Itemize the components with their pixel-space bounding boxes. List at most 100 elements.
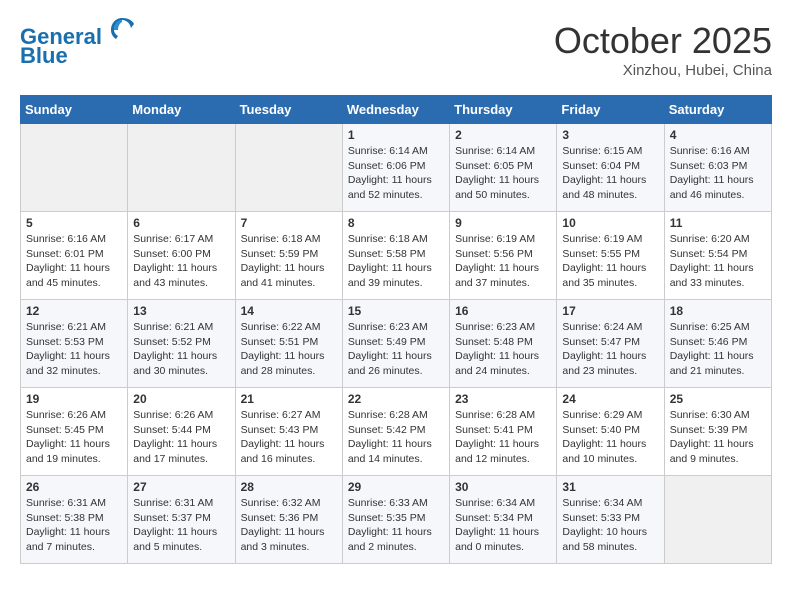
day-number: 6 xyxy=(133,216,229,230)
calendar-day-cell: 31 Sunrise: 6:34 AMSunset: 5:33 PMDayligh… xyxy=(557,476,664,564)
calendar-day-cell: 23 Sunrise: 6:28 AMSunset: 5:41 PMDayligh… xyxy=(450,388,557,476)
day-info: Sunrise: 6:30 AMSunset: 5:39 PMDaylight:… xyxy=(670,408,766,467)
weekday-header-cell: Tuesday xyxy=(235,96,342,124)
calendar-day-cell: 13 Sunrise: 6:21 AMSunset: 5:52 PMDayligh… xyxy=(128,300,235,388)
calendar-day-cell: 16Sunrise: 6:23 AMSunset: 5:48 PMDayligh… xyxy=(450,300,557,388)
day-number: 26 xyxy=(26,480,122,494)
calendar-week-row: 26Sunrise: 6:31 AMSunset: 5:38 PMDayligh… xyxy=(21,476,772,564)
day-info: Sunrise: 6:21 AMSunset: 5:52 PMDaylight:… xyxy=(133,320,229,379)
day-info: Sunrise: 6:28 AMSunset: 5:42 PMDaylight:… xyxy=(348,408,444,467)
day-number: 7 xyxy=(241,216,337,230)
day-info: Sunrise: 6:32 AMSunset: 5:36 PMDaylight:… xyxy=(241,496,337,555)
calendar-day-cell: 2 Sunrise: 6:14 AMSunset: 6:05 PMDaylight… xyxy=(450,124,557,212)
day-info: Sunrise: 6:34 AMSunset: 5:33 PMDaylight:… xyxy=(562,496,658,555)
day-number: 14 xyxy=(241,304,337,318)
weekday-header-cell: Sunday xyxy=(21,96,128,124)
day-number: 11 xyxy=(670,216,766,230)
day-info: Sunrise: 6:29 AMSunset: 5:40 PMDaylight:… xyxy=(562,408,658,467)
calendar-day-cell: 19Sunrise: 6:26 AMSunset: 5:45 PMDayligh… xyxy=(21,388,128,476)
day-number: 16 xyxy=(455,304,551,318)
calendar-day-cell xyxy=(235,124,342,212)
weekday-header-cell: Wednesday xyxy=(342,96,449,124)
weekday-header-row: SundayMondayTuesdayWednesdayThursdayFrid… xyxy=(21,96,772,124)
day-number: 5 xyxy=(26,216,122,230)
day-info: Sunrise: 6:14 AMSunset: 6:06 PMDaylight:… xyxy=(348,144,444,203)
page-header: General Blue October 2025 Xinzhou, Hubei… xyxy=(20,20,772,79)
day-number: 30 xyxy=(455,480,551,494)
calendar-day-cell: 15 Sunrise: 6:23 AMSunset: 5:49 PMDayligh… xyxy=(342,300,449,388)
day-number: 17 xyxy=(562,304,658,318)
day-number: 8 xyxy=(348,216,444,230)
day-info: Sunrise: 6:27 AMSunset: 5:43 PMDaylight:… xyxy=(241,408,337,467)
weekday-header-cell: Friday xyxy=(557,96,664,124)
calendar-day-cell xyxy=(21,124,128,212)
day-number: 29 xyxy=(348,480,444,494)
logo: General Blue xyxy=(20,20,134,69)
calendar-day-cell: 5 Sunrise: 6:16 AMSunset: 6:01 PMDaylight… xyxy=(21,212,128,300)
day-number: 20 xyxy=(133,392,229,406)
day-info: Sunrise: 6:15 AMSunset: 6:04 PMDaylight:… xyxy=(562,144,658,203)
day-info: Sunrise: 6:31 AMSunset: 5:37 PMDaylight:… xyxy=(133,496,229,555)
calendar-table: SundayMondayTuesdayWednesdayThursdayFrid… xyxy=(20,95,772,564)
calendar-day-cell: 14 Sunrise: 6:22 AMSunset: 5:51 PMDayligh… xyxy=(235,300,342,388)
calendar-day-cell xyxy=(128,124,235,212)
day-info: Sunrise: 6:18 AMSunset: 5:58 PMDaylight:… xyxy=(348,232,444,291)
calendar-day-cell: 30 Sunrise: 6:34 AMSunset: 5:34 PMDayligh… xyxy=(450,476,557,564)
location-subtitle: Xinzhou, Hubei, China xyxy=(554,62,772,79)
day-info: Sunrise: 6:18 AMSunset: 5:59 PMDaylight:… xyxy=(241,232,337,291)
calendar-week-row: 19Sunrise: 6:26 AMSunset: 5:45 PMDayligh… xyxy=(21,388,772,476)
calendar-day-cell: 28Sunrise: 6:32 AMSunset: 5:36 PMDayligh… xyxy=(235,476,342,564)
day-number: 24 xyxy=(562,392,658,406)
day-info: Sunrise: 6:26 AMSunset: 5:44 PMDaylight:… xyxy=(133,408,229,467)
calendar-day-cell: 24 Sunrise: 6:29 AMSunset: 5:40 PMDayligh… xyxy=(557,388,664,476)
calendar-day-cell: 18 Sunrise: 6:25 AMSunset: 5:46 PMDayligh… xyxy=(664,300,771,388)
weekday-header-cell: Saturday xyxy=(664,96,771,124)
calendar-day-cell: 9Sunrise: 6:19 AMSunset: 5:56 PMDaylight… xyxy=(450,212,557,300)
calendar-day-cell: 20 Sunrise: 6:26 AMSunset: 5:44 PMDayligh… xyxy=(128,388,235,476)
calendar-day-cell: 17 Sunrise: 6:24 AMSunset: 5:47 PMDayligh… xyxy=(557,300,664,388)
day-number: 25 xyxy=(670,392,766,406)
day-info: Sunrise: 6:16 AMSunset: 6:01 PMDaylight:… xyxy=(26,232,122,291)
calendar-week-row: 5 Sunrise: 6:16 AMSunset: 6:01 PMDaylight… xyxy=(21,212,772,300)
calendar-day-cell: 22 Sunrise: 6:28 AMSunset: 5:42 PMDayligh… xyxy=(342,388,449,476)
calendar-day-cell: 27 Sunrise: 6:31 AMSunset: 5:37 PMDayligh… xyxy=(128,476,235,564)
calendar-day-cell: 4Sunrise: 6:16 AMSunset: 6:03 PMDaylight… xyxy=(664,124,771,212)
calendar-day-cell: 6Sunrise: 6:17 AMSunset: 6:00 PMDaylight… xyxy=(128,212,235,300)
day-info: Sunrise: 6:34 AMSunset: 5:34 PMDaylight:… xyxy=(455,496,551,555)
day-info: Sunrise: 6:22 AMSunset: 5:51 PMDaylight:… xyxy=(241,320,337,379)
calendar-day-cell xyxy=(664,476,771,564)
day-info: Sunrise: 6:16 AMSunset: 6:03 PMDaylight:… xyxy=(670,144,766,203)
day-number: 31 xyxy=(562,480,658,494)
day-info: Sunrise: 6:23 AMSunset: 5:49 PMDaylight:… xyxy=(348,320,444,379)
day-info: Sunrise: 6:28 AMSunset: 5:41 PMDaylight:… xyxy=(455,408,551,467)
day-info: Sunrise: 6:19 AMSunset: 5:56 PMDaylight:… xyxy=(455,232,551,291)
day-number: 2 xyxy=(455,128,551,142)
day-info: Sunrise: 6:33 AMSunset: 5:35 PMDaylight:… xyxy=(348,496,444,555)
weekday-header-cell: Thursday xyxy=(450,96,557,124)
day-number: 27 xyxy=(133,480,229,494)
month-title: October 2025 xyxy=(554,20,772,62)
day-info: Sunrise: 6:14 AMSunset: 6:05 PMDaylight:… xyxy=(455,144,551,203)
calendar-day-cell: 7 Sunrise: 6:18 AMSunset: 5:59 PMDaylight… xyxy=(235,212,342,300)
calendar-day-cell: 3 Sunrise: 6:15 AMSunset: 6:04 PMDaylight… xyxy=(557,124,664,212)
day-number: 23 xyxy=(455,392,551,406)
day-number: 15 xyxy=(348,304,444,318)
title-block: October 2025 Xinzhou, Hubei, China xyxy=(554,20,772,79)
day-info: Sunrise: 6:24 AMSunset: 5:47 PMDaylight:… xyxy=(562,320,658,379)
day-number: 3 xyxy=(562,128,658,142)
day-number: 22 xyxy=(348,392,444,406)
day-info: Sunrise: 6:21 AMSunset: 5:53 PMDaylight:… xyxy=(26,320,122,379)
logo-icon xyxy=(110,16,134,40)
calendar-day-cell: 29 Sunrise: 6:33 AMSunset: 5:35 PMDayligh… xyxy=(342,476,449,564)
day-info: Sunrise: 6:25 AMSunset: 5:46 PMDaylight:… xyxy=(670,320,766,379)
calendar-day-cell: 10Sunrise: 6:19 AMSunset: 5:55 PMDayligh… xyxy=(557,212,664,300)
calendar-day-cell: 25 Sunrise: 6:30 AMSunset: 5:39 PMDayligh… xyxy=(664,388,771,476)
day-number: 18 xyxy=(670,304,766,318)
day-number: 13 xyxy=(133,304,229,318)
day-number: 19 xyxy=(26,392,122,406)
weekday-header-cell: Monday xyxy=(128,96,235,124)
day-info: Sunrise: 6:19 AMSunset: 5:55 PMDaylight:… xyxy=(562,232,658,291)
day-number: 1 xyxy=(348,128,444,142)
calendar-day-cell: 1 Sunrise: 6:14 AMSunset: 6:06 PMDaylight… xyxy=(342,124,449,212)
calendar-body: 1 Sunrise: 6:14 AMSunset: 6:06 PMDaylight… xyxy=(21,124,772,564)
